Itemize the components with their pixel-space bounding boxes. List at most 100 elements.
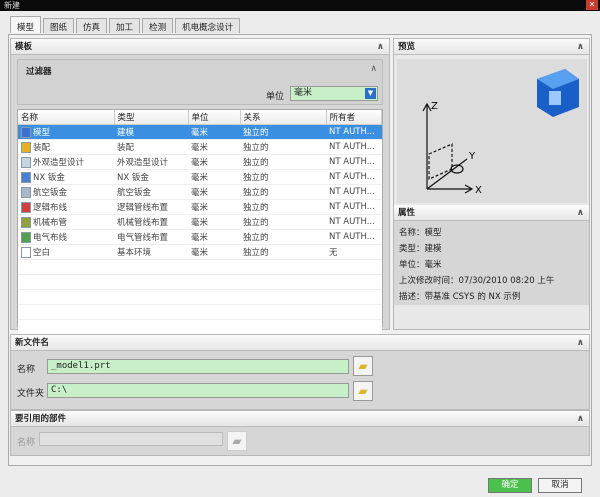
- empty-row: [18, 274, 382, 290]
- empty-row: [18, 319, 382, 335]
- cell-owner: NT AUTH...: [326, 199, 382, 215]
- name-input[interactable]: _model1.prt: [47, 359, 349, 374]
- collapse-icon[interactable]: ∧: [577, 335, 584, 351]
- tab-model[interactable]: 模型: [10, 16, 42, 33]
- new-filename-header[interactable]: 新文件名 ∧: [11, 335, 589, 351]
- cell-text: NT AUTH...: [329, 141, 375, 152]
- cell-text: 模型: [33, 127, 51, 138]
- properties-header[interactable]: 属性 ∧: [394, 205, 589, 221]
- cell-text: 毫米: [191, 172, 209, 183]
- folder-label: 文件夹: [17, 389, 45, 399]
- tab-simulation[interactable]: 仿真: [76, 18, 108, 33]
- collapse-icon[interactable]: ∧: [577, 411, 584, 427]
- filter-group: 过滤器 ∧ 单位 毫米 ▼: [17, 59, 383, 105]
- cell-text: 毫米: [191, 157, 209, 168]
- cell-text: NT AUTH...: [329, 126, 375, 137]
- cell-unit: 毫米: [188, 199, 240, 215]
- cell-owner: NT AUTH...: [326, 139, 382, 155]
- empty-row: [18, 289, 382, 305]
- cell-text: NT AUTH...: [329, 231, 375, 242]
- ref-name-input[interactable]: [39, 432, 223, 446]
- cell-name: 空白: [18, 244, 114, 260]
- cell-name: 装配: [18, 139, 114, 155]
- cell-name: 外观造型设计: [18, 154, 114, 170]
- collapse-icon[interactable]: ∧: [577, 39, 584, 55]
- cell-rel: 独立的: [240, 169, 326, 185]
- cell-text: NT AUTH...: [329, 186, 375, 197]
- cell-text: 独立的: [243, 232, 269, 243]
- cancel-button[interactable]: 取消: [538, 478, 582, 493]
- name-label: 名称: [17, 365, 36, 375]
- browse-folder-icon[interactable]: ▰: [353, 356, 373, 376]
- collapse-icon[interactable]: ∧: [377, 39, 384, 55]
- cell-text: 航空钣金: [117, 187, 152, 198]
- template-icon: [21, 171, 31, 183]
- template-table: 名称 类型 单位 关系 所有者 模型 建模 毫米 独立的 NT AUTH... 装配 装配 毫米 独立的…: [17, 109, 383, 335]
- cell-type: 建模: [114, 124, 188, 140]
- cell-text: NT AUTH...: [329, 201, 375, 212]
- col-name[interactable]: 名称: [18, 110, 115, 125]
- ref-parts-header[interactable]: 要引用的部件 ∧: [11, 411, 589, 427]
- table-row[interactable]: 逻辑布线 逻辑管线布置 毫米 独立的 NT AUTH...: [18, 199, 382, 215]
- browse-folder-icon[interactable]: ▰: [227, 431, 247, 451]
- cell-text: 逻辑管线布置: [117, 202, 169, 213]
- folder-input[interactable]: C:\: [47, 383, 349, 398]
- prop-name: 名称：模型: [399, 228, 442, 238]
- col-owner[interactable]: 所有者: [326, 110, 382, 125]
- tab-drawing[interactable]: 图纸: [43, 18, 75, 33]
- cell-type: NX 钣金: [114, 169, 188, 185]
- unit-select[interactable]: 毫米 ▼: [290, 86, 378, 101]
- cell-rel: 独立的: [240, 199, 326, 215]
- template-panel: 模板 ∧ 过滤器 ∧ 单位 毫米 ▼ 名称 类型 单位 关系 所有者 模型 建模 毫米 独立的 NT…: [10, 38, 390, 335]
- cell-text: NX 钣金: [33, 172, 65, 183]
- prop-type: 类型：建模: [399, 244, 442, 254]
- cell-rel: 独立的: [240, 184, 326, 200]
- col-type[interactable]: 类型: [114, 110, 189, 125]
- cell-text: 空白: [33, 247, 51, 258]
- collapse-icon[interactable]: ∧: [577, 205, 584, 221]
- prop-modified: 上次修改时间：07/30/2010 08:20 上午: [399, 276, 555, 286]
- dropdown-arrow-icon[interactable]: ▼: [365, 88, 376, 99]
- table-row[interactable]: 电气布线 电气管线布置 毫米 独立的 NT AUTH...: [18, 229, 382, 245]
- table-row[interactable]: 外观造型设计 外观造型设计 毫米 独立的 NT AUTH...: [18, 154, 382, 170]
- tab-inspection[interactable]: 检测: [142, 18, 174, 33]
- browse-folder-icon[interactable]: ▰: [353, 381, 373, 401]
- preview-panel: 预览 ∧ Z Y X 属性 ∧ 名称：模型 类型：建模 单位：毫米 上次修改时间：0…: [393, 38, 590, 330]
- cell-text: 装配: [117, 142, 135, 153]
- tab-mechatronics[interactable]: 机电概念设计: [175, 18, 241, 33]
- col-relation[interactable]: 关系: [240, 110, 327, 125]
- ok-button[interactable]: 确定: [488, 478, 532, 493]
- cell-type: 航空钣金: [114, 184, 188, 200]
- cell-text: NT AUTH...: [329, 156, 375, 167]
- cell-type: 机械管线布置: [114, 214, 188, 230]
- unit-label: 单位: [266, 92, 285, 102]
- tab-manufacturing[interactable]: 加工: [109, 18, 141, 33]
- cell-type: 外观造型设计: [114, 154, 188, 170]
- cell-type: 电气管线布置: [114, 229, 188, 245]
- ref-parts-panel: 要引用的部件 ∧ 名称 ▰: [10, 410, 590, 456]
- col-unit[interactable]: 单位: [188, 110, 241, 125]
- table-row[interactable]: 航空钣金 航空钣金 毫米 独立的 NT AUTH...: [18, 184, 382, 200]
- table-row[interactable]: NX 钣金 NX 钣金 毫米 独立的 NT AUTH...: [18, 169, 382, 185]
- cell-text: 独立的: [243, 127, 269, 138]
- cell-text: 毫米: [191, 202, 209, 213]
- template-header[interactable]: 模板 ∧: [11, 39, 389, 55]
- table-row[interactable]: 装配 装配 毫米 独立的 NT AUTH...: [18, 139, 382, 155]
- preview-header[interactable]: 预览 ∧: [394, 39, 589, 55]
- cell-text: 毫米: [191, 127, 209, 138]
- table-row[interactable]: 机械布管 机械管线布置 毫米 独立的 NT AUTH...: [18, 214, 382, 230]
- cell-text: 毫米: [191, 247, 209, 258]
- close-button[interactable]: ✕: [586, 0, 598, 10]
- cell-unit: 毫米: [188, 169, 240, 185]
- cell-unit: 毫米: [188, 184, 240, 200]
- cell-owner: NT AUTH...: [326, 154, 382, 170]
- table-row[interactable]: 空白 基本环境 毫米 独立的 无: [18, 244, 382, 260]
- cell-owner: NT AUTH...: [326, 124, 382, 140]
- template-icon: [21, 186, 31, 198]
- cell-text: NX 钣金: [117, 172, 149, 183]
- table-row[interactable]: 模型 建模 毫米 独立的 NT AUTH...: [18, 124, 382, 140]
- cell-text: 外观造型设计: [117, 157, 169, 168]
- collapse-icon[interactable]: ∧: [370, 64, 377, 74]
- preview-image: Z Y X: [397, 59, 587, 203]
- cell-text: 外观造型设计: [33, 157, 85, 168]
